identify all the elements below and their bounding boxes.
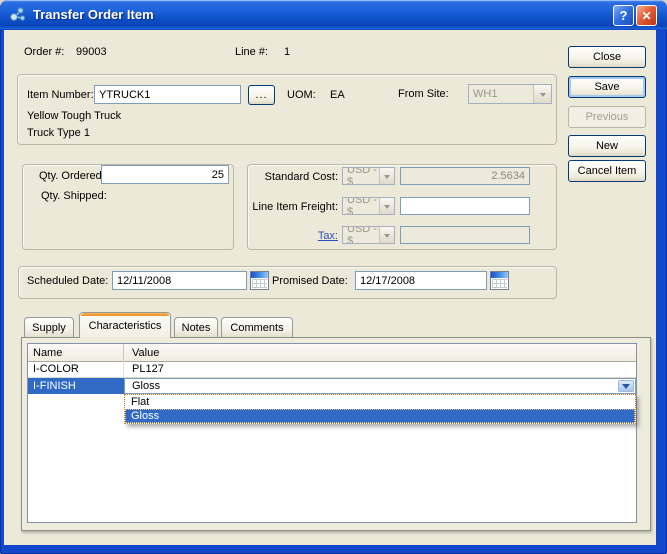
- ellipsis-icon: ...: [255, 89, 267, 101]
- tax-currency-select: USD - $: [342, 226, 395, 244]
- titlebar[interactable]: Transfer Order Item ? ✕: [0, 0, 667, 30]
- chevron-down-icon: [533, 85, 551, 103]
- from-site-select[interactable]: WH1: [468, 84, 552, 104]
- uom-label: UOM:: [287, 89, 316, 102]
- tab-comments[interactable]: Comments: [221, 317, 293, 338]
- value-combobox-text: Gloss: [132, 380, 160, 392]
- previous-button-label: Previous: [586, 111, 629, 123]
- table-row-selected-name-cell[interactable]: I-FINISH: [28, 378, 124, 394]
- new-button[interactable]: New: [568, 135, 646, 157]
- uom-value: EA: [330, 89, 345, 102]
- scheduled-date-input[interactable]: [112, 271, 247, 290]
- qty-ordered-label: Qty. Ordered:: [39, 170, 105, 183]
- value-combobox[interactable]: Gloss: [124, 378, 636, 394]
- freight-currency-select: USD - $: [342, 197, 395, 215]
- qty-ordered-input[interactable]: [101, 165, 229, 184]
- close-button[interactable]: Close: [568, 46, 646, 68]
- qty-shipped-label: Qty. Shipped:: [41, 190, 107, 203]
- row-name-cell[interactable]: I-COLOR: [28, 361, 124, 377]
- item-description-line2: Truck Type 1: [27, 127, 90, 140]
- standard-cost-currency-select: USD - $: [342, 167, 395, 185]
- promised-date-label: Promised Date:: [272, 275, 348, 288]
- tab-supply[interactable]: Supply: [24, 317, 74, 338]
- transfer-order-item-window: Transfer Order Item ? ✕ Order #: 99003 L…: [0, 0, 667, 554]
- chevron-down-icon: [379, 227, 394, 243]
- standard-cost-currency-value: USD - $: [347, 167, 379, 185]
- scheduled-date-calendar-icon[interactable]: [250, 271, 269, 290]
- tab-characteristics[interactable]: Characteristics: [79, 312, 171, 338]
- scheduled-date-label: Scheduled Date:: [27, 275, 108, 288]
- save-button[interactable]: Save: [568, 76, 646, 98]
- molecule-icon: [9, 6, 27, 24]
- promised-date-calendar-icon[interactable]: [490, 271, 509, 290]
- item-number-label: Item Number:: [27, 89, 94, 102]
- tax-link[interactable]: Tax:: [318, 230, 338, 242]
- tab-notes-label: Notes: [182, 322, 211, 334]
- item-description-line1: Yellow Tough Truck: [27, 110, 121, 123]
- freight-currency-value: USD - $: [347, 197, 379, 215]
- table-header-row: Name Value: [28, 344, 636, 362]
- chevron-down-icon[interactable]: [618, 380, 634, 392]
- help-button[interactable]: ?: [613, 5, 634, 26]
- cancel-item-button[interactable]: Cancel Item: [568, 160, 646, 182]
- tax-currency-value: USD - $: [347, 226, 379, 244]
- tab-characteristics-label: Characteristics: [89, 320, 162, 332]
- order-number-value: 99003: [76, 46, 107, 59]
- chevron-down-icon: [379, 198, 394, 214]
- standard-cost-input: [400, 167, 530, 185]
- cancel-item-button-label: Cancel Item: [578, 165, 637, 177]
- tab-supply-label: Supply: [32, 322, 66, 334]
- previous-button[interactable]: Previous: [568, 106, 646, 128]
- row-value-cell[interactable]: PL127: [124, 361, 636, 377]
- characteristics-table: Name Value I-COLOR PL127 I-FINISH Gloss …: [27, 343, 637, 523]
- window-title: Transfer Order Item: [33, 7, 154, 22]
- promised-date-input[interactable]: [355, 271, 487, 290]
- dropdown-option-flat[interactable]: Flat: [125, 395, 635, 409]
- column-header-name[interactable]: Name: [28, 344, 124, 361]
- table-row[interactable]: I-COLOR PL127: [28, 361, 636, 378]
- chevron-down-icon: [379, 168, 394, 184]
- tab-notes[interactable]: Notes: [174, 317, 218, 338]
- item-number-input[interactable]: [94, 85, 241, 104]
- close-window-button[interactable]: ✕: [636, 5, 657, 26]
- tax-input: [400, 226, 530, 244]
- save-button-label: Save: [594, 81, 619, 93]
- new-button-label: New: [596, 140, 618, 152]
- column-header-value[interactable]: Value: [124, 344, 636, 361]
- close-button-label: Close: [593, 51, 621, 63]
- freight-input[interactable]: [400, 197, 530, 215]
- tab-comments-label: Comments: [230, 322, 283, 334]
- from-site-value: WH1: [473, 88, 497, 100]
- from-site-label: From Site:: [398, 88, 449, 101]
- line-number-value: 1: [284, 46, 290, 59]
- line-item-freight-label: Line Item Freight:: [240, 201, 338, 214]
- help-icon: ?: [620, 8, 628, 23]
- item-browse-button[interactable]: ...: [248, 85, 275, 105]
- line-number-label: Line #:: [235, 46, 268, 59]
- dropdown-option-gloss[interactable]: Gloss: [125, 409, 635, 423]
- tax-link-wrap: Tax:: [245, 230, 338, 243]
- close-icon: ✕: [641, 9, 651, 23]
- value-dropdown-list: Flat Gloss: [124, 394, 636, 424]
- order-number-label: Order #:: [24, 46, 64, 59]
- standard-cost-label: Standard Cost:: [245, 171, 338, 184]
